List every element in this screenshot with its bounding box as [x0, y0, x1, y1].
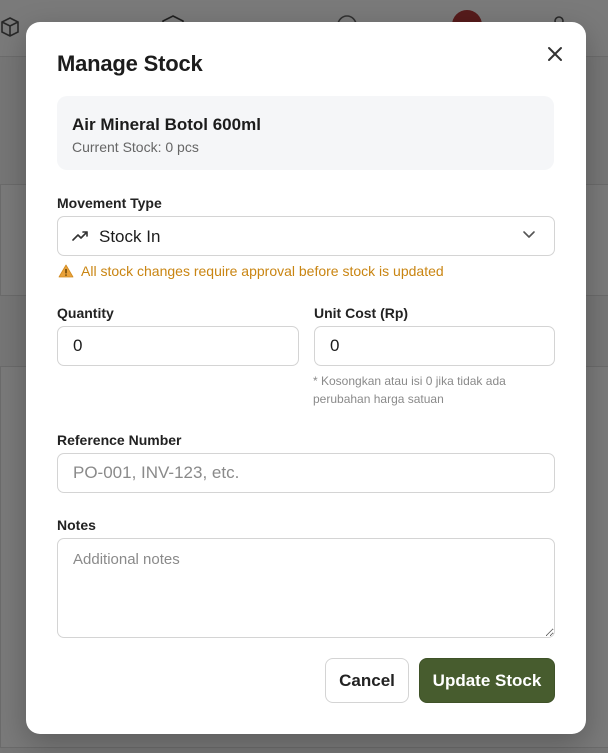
reference-number-input[interactable] [57, 453, 555, 493]
unit-cost-label: Unit Cost (Rp) [314, 305, 409, 321]
current-stock-text: Current Stock: 0 pcs [72, 139, 199, 155]
quantity-input[interactable] [57, 326, 299, 366]
manage-stock-dialog: Manage Stock Air Mineral Botol 600ml Cur… [26, 22, 586, 734]
close-button[interactable] [542, 41, 568, 67]
cancel-button[interactable]: Cancel [325, 658, 409, 703]
chevron-down-icon [523, 231, 535, 238]
movement-type-select[interactable]: Stock In [57, 216, 555, 256]
movement-type-label: Movement Type [57, 195, 162, 211]
reference-number-label: Reference Number [57, 432, 182, 448]
movement-type-value: Stock In [99, 227, 161, 246]
notes-textarea[interactable] [57, 538, 555, 638]
unit-cost-input[interactable] [314, 326, 555, 366]
trending-up-icon [72, 231, 88, 241]
product-summary: Air Mineral Botol 600ml Current Stock: 0… [57, 96, 554, 170]
warning-text: All stock changes require approval befor… [81, 263, 444, 279]
quantity-label: Quantity [57, 305, 114, 321]
close-icon [548, 47, 562, 61]
unit-cost-hint: * Kosongkan atau isi 0 jika tidak ada pe… [313, 374, 506, 406]
approval-warning: All stock changes require approval befor… [58, 263, 444, 279]
notes-label: Notes [57, 517, 96, 533]
warning-icon [58, 264, 74, 278]
product-name: Air Mineral Botol 600ml [72, 115, 261, 134]
dialog-title: Manage Stock [57, 51, 203, 76]
update-stock-button[interactable]: Update Stock [419, 658, 555, 703]
